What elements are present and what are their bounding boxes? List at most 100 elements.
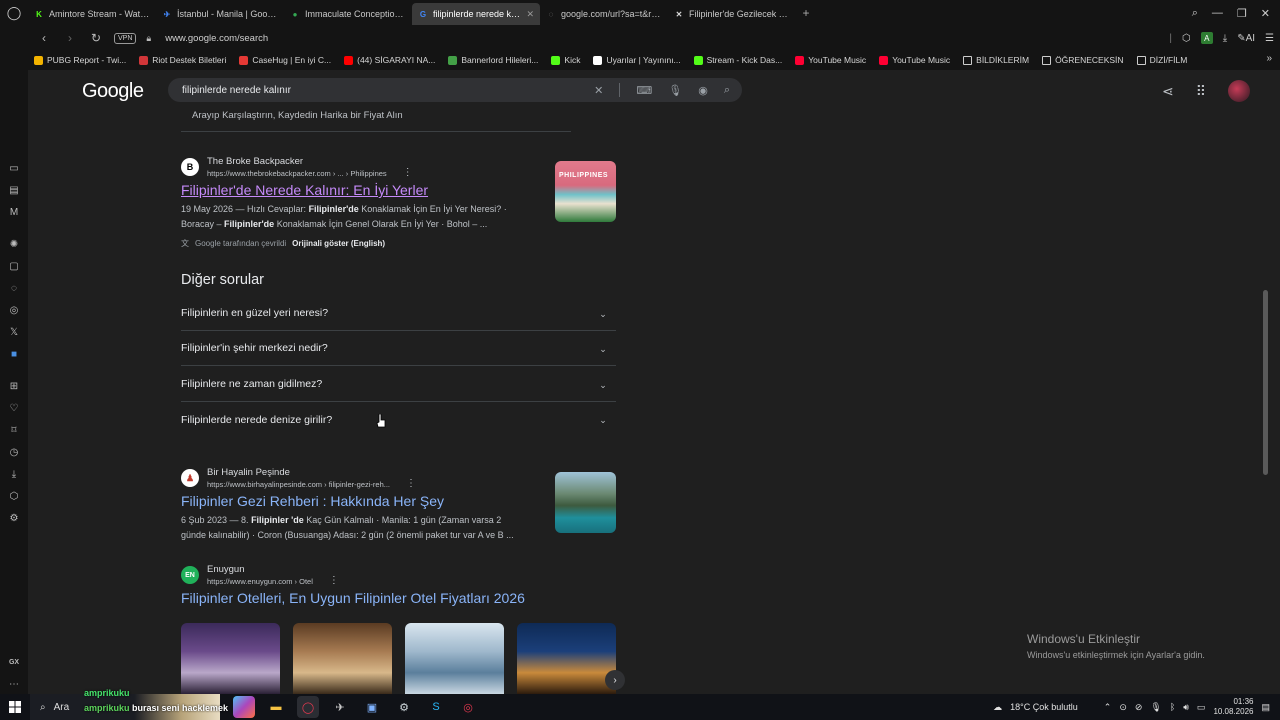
file-explorer-icon[interactable]: ▬ [265, 696, 287, 718]
minimize-icon[interactable]: — [1212, 7, 1223, 19]
hotel-image[interactable] [293, 623, 392, 694]
notifications-icon[interactable]: ▤ [1261, 702, 1270, 713]
tab[interactable]: ● Immaculate Conception Ca [284, 3, 412, 25]
page-scrollbar[interactable] [1263, 290, 1268, 475]
share-icon[interactable]: ⋖ [1162, 83, 1174, 100]
url-input[interactable]: www.google.com/search [165, 33, 268, 44]
app-icon[interactable]: ✈ [329, 696, 351, 718]
bookmark-item[interactable]: YouTube Music [879, 55, 950, 65]
keyboard-icon[interactable]: ⌨ [636, 84, 652, 97]
tray-muted-icon[interactable]: ⊘ [1135, 702, 1143, 713]
search-input[interactable]: filipinlerde nerede kalınır ✕ ⌨ 🎙︎ ◉ ⌕ [168, 78, 742, 102]
weather-text[interactable]: 18°C Çok bulutlu [1010, 702, 1078, 712]
bookmark-item[interactable]: CaseHug | En iyi C... [239, 55, 331, 65]
bookmark-item[interactable]: Uyarılar | Yayınını... [593, 55, 681, 65]
volume-icon[interactable]: 🔊︎ [1183, 702, 1189, 713]
result-source[interactable]: EN Enuygun https://www.enuygun.com › Ote… [181, 564, 616, 586]
chevron-down-icon[interactable]: ⌄ [594, 411, 612, 429]
paa-question[interactable]: Filipinlere ne zaman gidilmez? ⌄ [181, 367, 616, 402]
tab[interactable]: ✈ İstanbul - Manila | Google [156, 3, 284, 25]
settings-icon[interactable]: ⚙ [6, 510, 22, 526]
whatsapp-icon[interactable]: ◌ [6, 280, 22, 296]
tab[interactable]: Gfilipinlerde nerede kalınır - ✕ [412, 3, 540, 25]
apps-grid-icon[interactable]: ⠿ [1196, 83, 1206, 100]
skype-icon[interactable]: S [425, 696, 447, 718]
history-icon[interactable]: ◷ [6, 444, 22, 460]
paa-question[interactable]: Filipinler'in şehir merkezi nedir? ⌄ [181, 331, 616, 366]
avatar[interactable] [1228, 80, 1250, 102]
opera-gx-taskbar-icon[interactable]: ◯ [297, 696, 319, 718]
clear-icon[interactable]: ✕ [594, 84, 603, 97]
reload-icon[interactable]: ↻ [88, 30, 104, 46]
result-title-link[interactable]: Filipinler Gezi Rehberi : Hakkında Her Ş… [181, 493, 616, 509]
easy-setup-icon[interactable]: ☰ [1265, 33, 1274, 44]
more-options-icon[interactable]: ⋮ [406, 478, 416, 489]
extension-a-icon[interactable]: A [1200, 32, 1213, 44]
hotel-image[interactable] [405, 623, 504, 694]
result-thumbnail[interactable] [555, 472, 616, 533]
copilot-icon[interactable] [233, 696, 255, 718]
twitch-icon[interactable]: ▢ [6, 258, 22, 274]
favorites-icon[interactable]: ♡ [6, 400, 22, 416]
m-app-icon[interactable]: M [6, 204, 22, 220]
ai-chat-icon[interactable]: ✺ [6, 236, 22, 252]
new-tab-icon[interactable]: + [796, 3, 816, 23]
gx-label[interactable]: GX [6, 654, 22, 670]
bookmark-item[interactable]: (44) SİGARAYI NA... [344, 55, 435, 65]
bookmark-item[interactable]: ÖĞRENECEKSİN [1042, 55, 1124, 65]
search-query[interactable]: filipinlerde nerede kalınır [182, 85, 291, 96]
show-original-link[interactable]: Orijinali göster (English) [292, 239, 385, 248]
result-title-link[interactable]: Filipinler'de Nerede Kalınır: En İyi Yer… [181, 182, 616, 198]
close-tab-icon[interactable]: ✕ [526, 9, 534, 20]
result-thumbnail[interactable]: PHILIPPINES [555, 161, 616, 222]
tab[interactable]: ◌ google.com/url?sa=t&rct=j [540, 3, 668, 25]
forward-icon[interactable]: › [62, 30, 78, 46]
bookmark-item[interactable]: DİZİ/FİLM [1136, 55, 1187, 65]
restore-icon[interactable]: ❐ [1237, 7, 1247, 20]
search-tabs-icon[interactable]: ⌕ [1192, 7, 1198, 20]
news-icon[interactable]: ▤ [6, 182, 22, 198]
bookmark-item[interactable]: Stream - Kick Das... [693, 55, 782, 65]
bookmark-item[interactable]: BİLDİKLERİM [963, 55, 1029, 65]
more-options-icon[interactable]: ⋮ [403, 167, 413, 178]
hotel-image[interactable] [517, 623, 616, 694]
messenger-icon[interactable]: ▭ [6, 160, 22, 176]
x-icon[interactable]: 𝕏 [6, 324, 22, 340]
pinboard-icon[interactable]: ⌑ [6, 422, 22, 438]
aria-ai-button[interactable]: ✎AI [1237, 33, 1255, 44]
paa-question[interactable]: Filipinlerin en güzel yeri neresi? ⌄ [181, 296, 616, 331]
vpn-badge[interactable]: VPN [114, 32, 137, 44]
google-logo[interactable]: Google [82, 80, 144, 103]
network-icon[interactable]: ▭ [1197, 702, 1206, 713]
weather-icon[interactable]: ☁ [993, 702, 1002, 713]
clock[interactable]: 01:36 10.08.2026 [1213, 697, 1253, 717]
opera-gx-alt-icon[interactable]: ◎ [457, 696, 479, 718]
workspaces-icon[interactable]: ⊞ [6, 378, 22, 394]
chevron-up-icon[interactable]: ⌃ [1104, 702, 1112, 713]
tray-app-icon[interactable]: ⊙ [1119, 702, 1127, 713]
more-icon[interactable]: ⋯ [6, 676, 22, 692]
bookmark-item[interactable]: Bannerlord Hileleri... [448, 55, 538, 65]
hotel-image[interactable] [181, 623, 280, 694]
tab[interactable]: K Amintore Stream - Watch L [28, 3, 156, 25]
mic-tray-icon[interactable]: 🎙︎ [1150, 702, 1161, 713]
close-window-icon[interactable]: ✕ [1261, 7, 1270, 20]
result-source[interactable]: B The Broke Backpacker https://www.thebr… [181, 156, 616, 178]
extensions-sidebar-icon[interactable]: ⬡ [6, 488, 22, 504]
windows-start-icon[interactable] [0, 694, 30, 720]
bluetooth-icon[interactable]: ᛒ [1170, 702, 1175, 712]
chevron-down-icon[interactable]: ⌄ [594, 305, 612, 323]
mic-icon[interactable]: 🎙︎ [668, 84, 682, 97]
carousel-next-icon[interactable]: › [605, 670, 625, 690]
bookmarks-overflow-icon[interactable]: » [1266, 53, 1272, 64]
extensions-icon[interactable]: ⬡ [1182, 33, 1191, 44]
chevron-down-icon[interactable]: ⌄ [594, 340, 612, 358]
lens-icon[interactable]: ◉ [698, 84, 708, 97]
result-source[interactable]: ♟ Bir Hayalin Peşinde https://www.birhay… [181, 467, 616, 489]
result-title-link[interactable]: Filipinler Otelleri, En Uygun Filipinler… [181, 590, 616, 606]
downloads-icon[interactable]: ⤓ [6, 466, 22, 482]
bookmark-item[interactable]: PUBG Report - Twi... [34, 55, 126, 65]
paa-question[interactable]: Filipinlerde nerede denize girilir? ⌄ [181, 402, 616, 437]
discord-icon[interactable]: ■ [6, 346, 22, 362]
tab[interactable]: ✕ Filipinler'de Gezilecek Yerle [668, 3, 796, 25]
